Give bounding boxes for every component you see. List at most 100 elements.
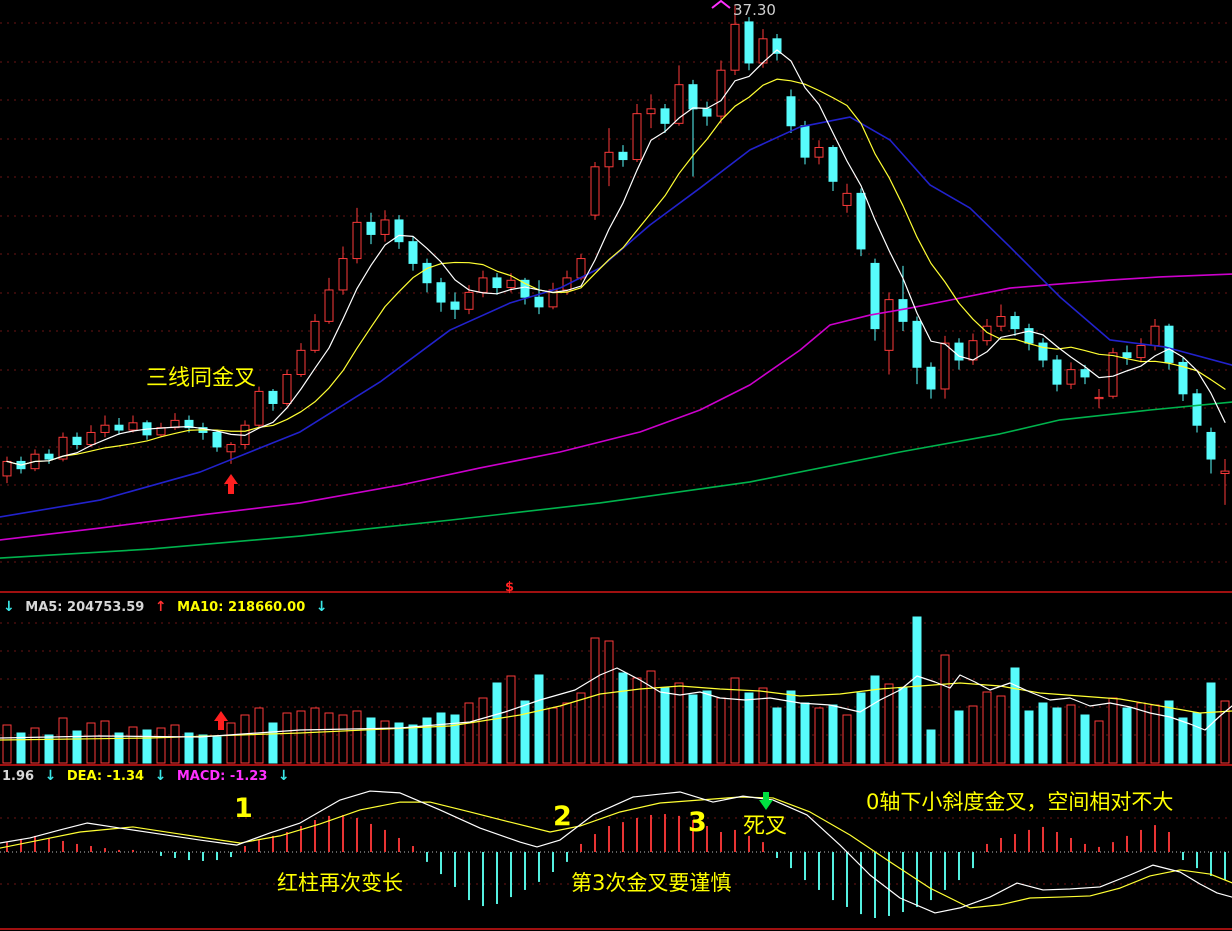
- volume-bar: [563, 703, 571, 763]
- volume-bar: [255, 708, 263, 763]
- volume-bar: [969, 706, 977, 763]
- ann-death-cross: 死叉: [743, 815, 787, 839]
- candle-body: [423, 263, 431, 282]
- candle-body: [367, 222, 375, 234]
- candle-body: [885, 300, 893, 351]
- vol-ma5-value: MA5: 204753.59: [25, 600, 144, 615]
- candle-body: [437, 283, 445, 302]
- volume-bar: [745, 693, 753, 763]
- candle-body: [87, 432, 95, 444]
- volume-bar: [227, 723, 235, 763]
- candle-body: [1151, 326, 1159, 345]
- candle-body: [661, 109, 669, 123]
- volume-bar: [1165, 701, 1173, 763]
- volume-bar: [689, 695, 697, 763]
- candle-body: [507, 280, 515, 287]
- candle-body: [493, 278, 501, 288]
- volume-bar: [241, 715, 249, 763]
- volume-pane-header: ↓ MA5: 204753.59 ↑ MA10: 218660.00 ↓: [3, 599, 334, 615]
- volume-bar: [213, 737, 221, 763]
- volume-bar: [1053, 708, 1061, 763]
- macd-dea-value: DEA: -1.34: [67, 769, 144, 784]
- candle-body: [339, 259, 347, 290]
- volume-bar: [381, 721, 389, 763]
- candle-body: [1221, 471, 1229, 473]
- macd-dif-down-arrow-icon: ↓: [45, 768, 57, 784]
- candle-body: [45, 454, 53, 459]
- candle-body: [465, 292, 473, 309]
- candle-body: [535, 297, 543, 307]
- volume-bar: [983, 692, 991, 763]
- volume-bar: [843, 715, 851, 763]
- ann-red-bars-longer: 红柱再次变长: [277, 872, 403, 895]
- volume-bar: [479, 698, 487, 763]
- volume-bar: [1207, 683, 1215, 763]
- candle-body: [1011, 317, 1019, 329]
- candle-body: [969, 341, 977, 360]
- volume-bar: [171, 725, 179, 763]
- candle-body: [311, 321, 319, 350]
- chart-window: ↓ MA5: 204753.59 ↑ MA10: 218660.00 ↓ 1.9…: [0, 0, 1232, 931]
- candle-body: [227, 445, 235, 452]
- volume-bar: [1067, 705, 1075, 763]
- volume-bar: [997, 696, 1005, 763]
- volume-bar: [731, 678, 739, 763]
- volume-bar: [437, 713, 445, 763]
- price-ma5-line: [7, 50, 1225, 465]
- volume-bar: [773, 708, 781, 763]
- volume-bar: [423, 718, 431, 763]
- volume-bar: [1193, 713, 1201, 763]
- volume-bar: [59, 718, 67, 763]
- volume-bar: [507, 676, 515, 763]
- volume-bar: [283, 713, 291, 763]
- candle-body: [1095, 397, 1103, 398]
- candle-body: [913, 321, 921, 367]
- volume-bar: [605, 641, 613, 763]
- candle-body: [451, 302, 459, 309]
- vol-lead-down-arrow-icon: ↓: [3, 599, 15, 615]
- volume-bar: [521, 701, 529, 763]
- buy-arrow-main: [224, 474, 238, 494]
- ann-cross-3: 3: [688, 808, 707, 838]
- candle-body: [577, 259, 585, 278]
- candle-body: [591, 167, 599, 215]
- candle-body: [843, 193, 851, 205]
- candle-body: [115, 425, 123, 430]
- candle-body: [129, 423, 137, 430]
- volume-bar: [661, 688, 669, 763]
- candle-body: [773, 39, 781, 53]
- candle-body: [479, 278, 487, 292]
- volume-bar: [409, 725, 417, 763]
- peak-caret-marker: [712, 1, 730, 8]
- candle-body: [1123, 353, 1131, 358]
- candle-body: [1137, 346, 1145, 358]
- macd-dif-value: 1.96: [2, 769, 34, 784]
- volume-bar: [3, 725, 11, 763]
- ann-dollar-mark: $: [505, 581, 514, 595]
- candle-body: [633, 114, 641, 160]
- candle-body: [255, 391, 263, 425]
- ann-below-zero-cross: 0轴下小斜度金叉，空间相对不大: [866, 791, 1173, 814]
- volume-bar: [703, 691, 711, 763]
- candle-body: [787, 97, 795, 126]
- candle-body: [297, 350, 305, 374]
- volume-bar: [535, 675, 543, 763]
- volume-bar: [1179, 718, 1187, 763]
- buy-arrow-volume: [214, 711, 228, 730]
- volume-bar: [451, 715, 459, 763]
- volume-bar: [325, 713, 333, 763]
- volume-bar: [577, 693, 585, 763]
- candle-body: [717, 70, 725, 116]
- volume-bar: [1025, 711, 1033, 763]
- candle-body: [745, 22, 753, 63]
- candle-body: [647, 109, 655, 114]
- volume-bar: [1095, 721, 1103, 763]
- candle-body: [269, 391, 277, 403]
- volume-bar: [815, 708, 823, 763]
- candle-body: [689, 85, 697, 109]
- vol-ma5-up-arrow-icon: ↑: [155, 599, 167, 615]
- volume-bar: [297, 711, 305, 763]
- volume-bar: [899, 688, 907, 763]
- vol-ma10-down-arrow-icon: ↓: [316, 599, 328, 615]
- candle-body: [1081, 370, 1089, 377]
